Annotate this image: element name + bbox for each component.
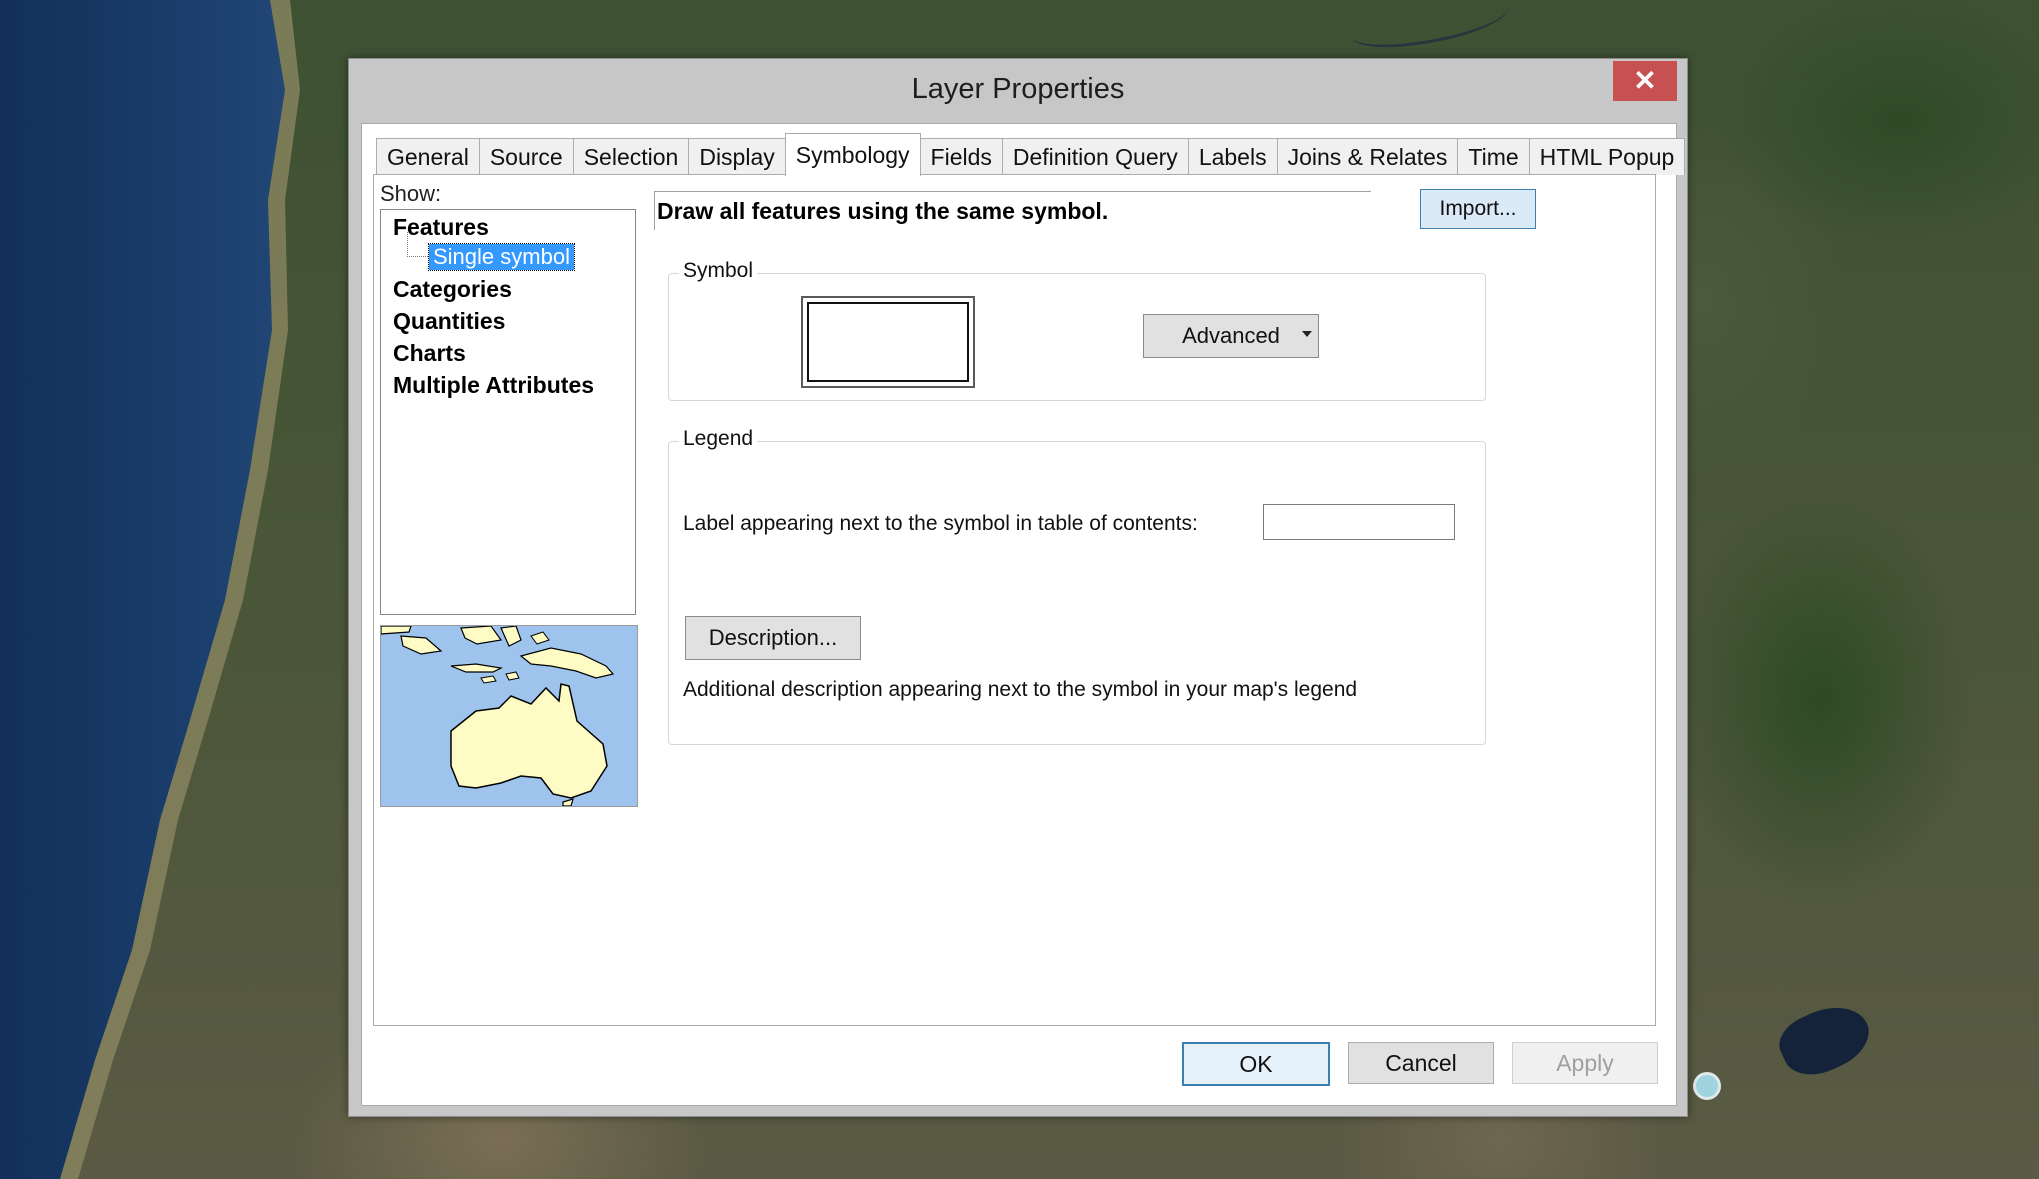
apply-button: Apply [1512,1042,1658,1084]
close-button[interactable]: ✕ [1613,61,1677,101]
small-lake [1693,1072,1721,1100]
lake [1771,993,1879,1087]
tree-item-categories[interactable]: Categories [393,276,512,303]
tab-symbology[interactable]: Symbology [784,133,921,176]
tab-html-popup[interactable]: HTML Popup [1528,138,1686,175]
river [1347,0,1513,54]
renderer-description: Draw all features using the same symbol. [654,191,1371,230]
tab-display[interactable]: Display [688,138,786,175]
symbol-swatch-button[interactable] [801,296,975,388]
dialog-client-area: General Source Selection Display Symbolo… [361,123,1686,1106]
tab-fields[interactable]: Fields [919,138,1003,175]
tab-selection[interactable]: Selection [572,138,690,175]
symbol-group-label: Symbol [679,259,758,283]
import-button[interactable]: Import... [1420,189,1536,229]
tab-time[interactable]: Time [1457,138,1530,175]
cancel-button[interactable]: Cancel [1348,1042,1494,1084]
ok-button[interactable]: OK [1182,1042,1330,1086]
legend-label-input[interactable] [1263,504,1455,540]
tree-item-single-symbol[interactable]: Single symbol [428,243,575,271]
tab-strip: General Source Selection Display Symbolo… [376,133,1686,176]
tab-general[interactable]: General [376,138,480,175]
tree-connector-icon [407,232,428,257]
tab-definition-query[interactable]: Definition Query [1001,138,1189,175]
dropdown-arrow-icon [1302,331,1312,337]
description-help-text: Additional description appearing next to… [683,678,1358,701]
tab-labels[interactable]: Labels [1187,138,1278,175]
symbol-groupbox: Symbol Advanced [668,259,1486,401]
ocean-area [0,0,285,1179]
legend-group-label: Legend [679,427,758,451]
advanced-button[interactable]: Advanced [1143,314,1319,358]
close-icon: ✕ [1633,65,1657,96]
tree-item-quantities[interactable]: Quantities [393,308,505,335]
renderer-preview-image [380,625,638,807]
layer-properties-dialog: Layer Properties ✕ General Source Select… [348,58,1688,1117]
legend-label-caption: Label appearing next to the symbol in ta… [683,512,1198,535]
tab-joins-relates[interactable]: Joins & Relates [1276,138,1459,175]
dialog-title: Layer Properties [911,73,1125,105]
renderer-tree[interactable]: Features Single symbol Categories Quanti… [380,209,636,615]
title-bar[interactable]: Layer Properties ✕ [349,59,1687,123]
tree-item-charts[interactable]: Charts [393,340,466,367]
symbol-preview [807,302,969,382]
description-button[interactable]: Description... [685,616,861,660]
show-label: Show: [380,181,442,206]
symbology-panel: Show: Features Single symbol Categories … [373,174,1656,1026]
advanced-label: Advanced [1182,323,1280,348]
australia-map-icon [381,626,637,806]
tree-item-multiple-attributes[interactable]: Multiple Attributes [393,372,594,399]
legend-groupbox: Legend Label appearing next to the symbo… [668,427,1486,745]
tab-source[interactable]: Source [478,138,574,175]
